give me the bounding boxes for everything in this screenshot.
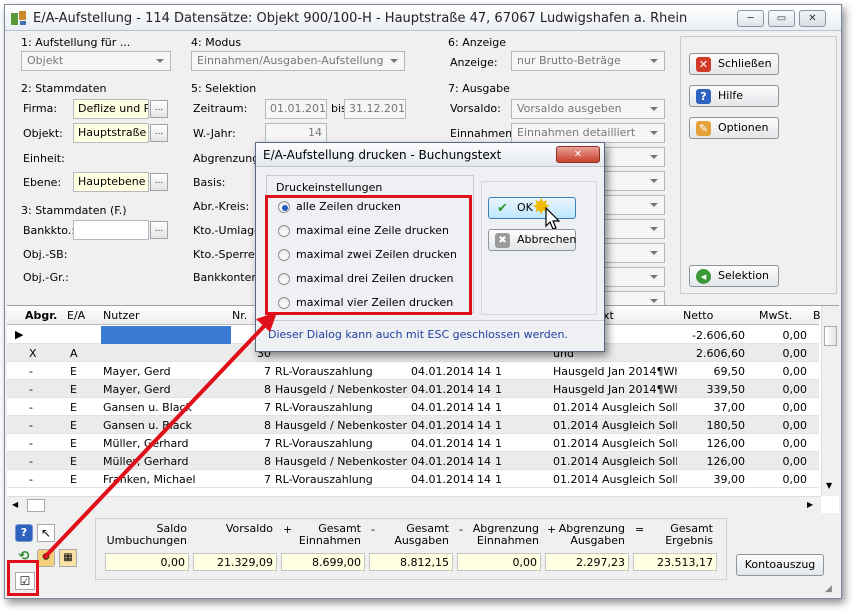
highlight-arrow [42, 312, 277, 560]
